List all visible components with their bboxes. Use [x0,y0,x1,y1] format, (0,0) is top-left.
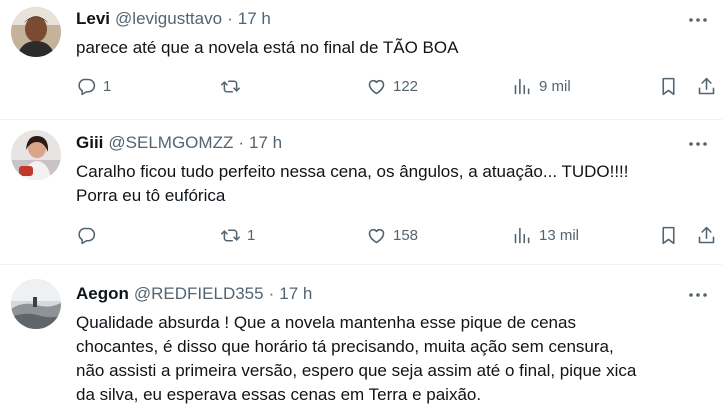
share-button[interactable] [696,76,717,97]
like-icon [366,225,387,246]
share-button[interactable] [696,225,717,246]
like-button[interactable]: 122 [366,76,418,97]
handle[interactable]: @SELMGOMZZ [108,133,233,153]
avatar[interactable] [11,130,61,180]
like-button[interactable]: 158 [366,225,418,246]
avatar[interactable] [11,279,61,329]
tweet-actions: 1 122 9 mil [76,76,722,102]
like-count: 122 [393,78,419,95]
display-name[interactable]: Giii [76,133,103,153]
tweet[interactable]: Aegon @REDFIELD355 · 17 h Qualidade absu… [0,265,722,416]
more-icon[interactable] [688,10,708,30]
share-icon [696,225,717,246]
bookmark-icon [658,76,679,97]
views-icon [512,76,533,97]
display-name[interactable]: Levi [76,9,110,29]
retweet-icon [220,225,241,246]
timestamp[interactable]: 17 h [249,133,282,153]
tweet-text: parece até que a novela está no final de… [76,38,459,57]
tweet-actions: 1 158 13 mil [76,225,722,251]
retweet-count: 1 [247,227,256,244]
more-icon[interactable] [688,134,708,154]
views-count: 13 mil [539,227,580,244]
views-icon [512,225,533,246]
bookmark-button[interactable] [658,225,679,246]
reply-icon [76,225,97,246]
share-icon [696,76,717,97]
avatar[interactable] [11,7,61,57]
tweet[interactable]: Giii @SELMGOMZZ · 17 h Caralho ficou tud… [0,120,722,265]
retweet-icon [220,76,241,97]
tweet-text: Caralho ficou tudo perfeito nessa cena, … [76,162,629,205]
bookmark-button[interactable] [658,76,679,97]
handle[interactable]: @levigusttavo [115,9,222,29]
tweet-text: Qualidade absurda ! Que a novela mantenh… [76,313,637,404]
reply-button[interactable] [76,225,103,246]
timestamp[interactable]: 17 h [238,9,271,29]
handle[interactable]: @REDFIELD355 [134,284,264,304]
like-count: 158 [393,227,419,244]
views-button[interactable]: 9 mil [512,76,571,97]
retweet-button[interactable]: 1 [220,225,255,246]
separator: · [238,133,245,152]
separator: · [227,9,233,28]
retweet-button[interactable] [220,76,247,97]
separator: · [268,284,275,303]
views-count: 9 mil [539,78,571,95]
views-button[interactable]: 13 mil [512,225,579,246]
reply-count: 1 [103,78,112,95]
tweet[interactable]: Levi @levigusttavo · 17 h parece até que… [0,0,722,120]
bookmark-icon [658,225,679,246]
more-icon[interactable] [688,285,708,305]
timestamp[interactable]: 17 h [279,284,312,304]
reply-icon [76,76,97,97]
reply-button[interactable]: 1 [76,76,111,97]
display-name[interactable]: Aegon [76,284,129,304]
like-icon [366,76,387,97]
